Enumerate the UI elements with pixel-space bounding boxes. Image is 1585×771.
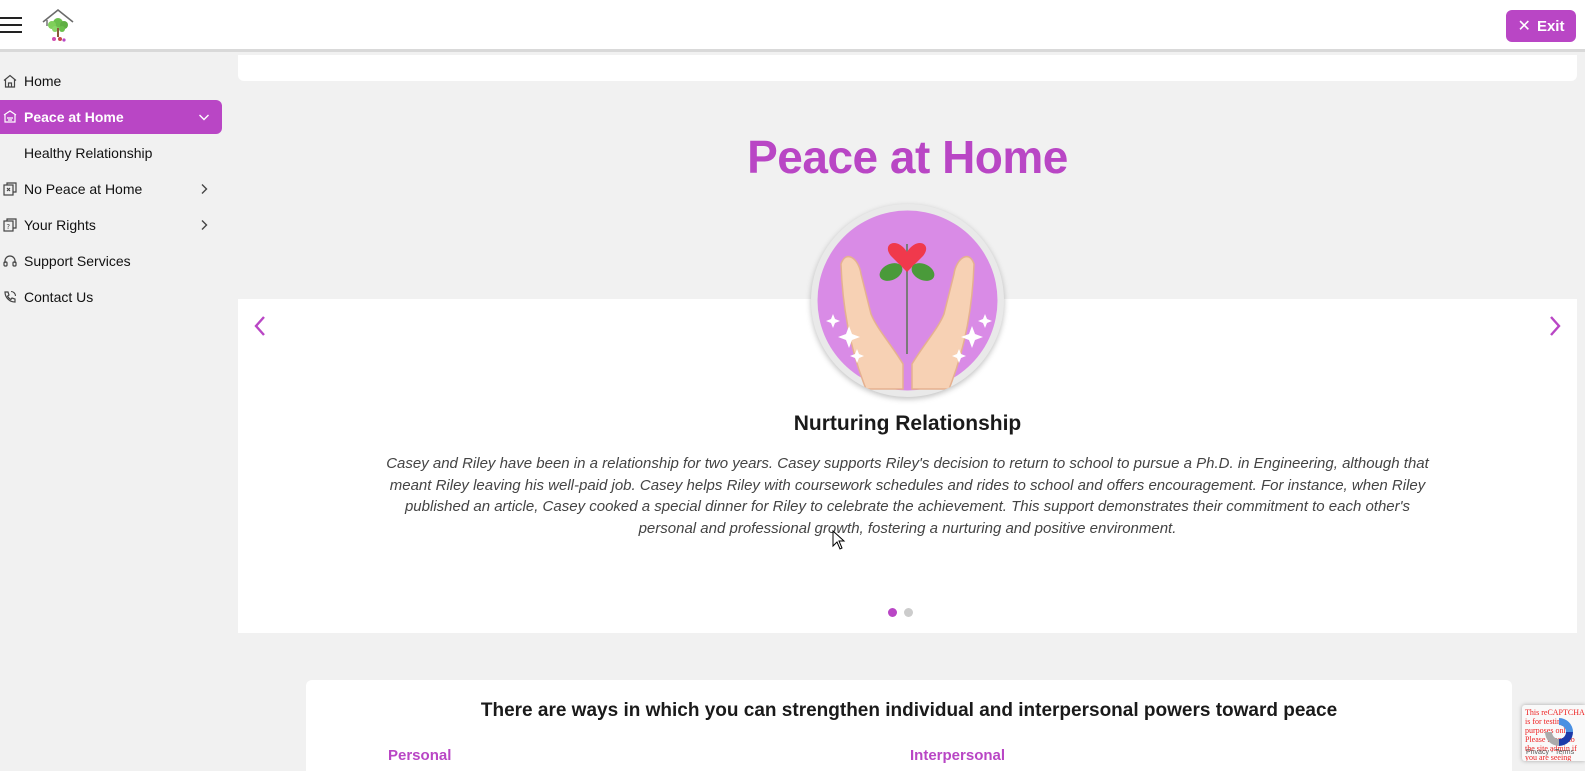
ways-title: There are ways in which you can strength… [480, 700, 1338, 721]
slide-title: Nurturing Relationship [793, 412, 1022, 435]
sidebar-item-your-rights[interactable]: ? Your Rights [0, 208, 222, 242]
svg-text:?: ? [6, 223, 10, 231]
sidebar-item-label: Home [24, 73, 62, 89]
sidebar-item-label: Contact Us [24, 289, 94, 305]
carousel-dot[interactable] [904, 608, 913, 617]
sidebar: Home Peace at Home Healthy Relationship … [0, 64, 222, 316]
peace-home-icon [3, 110, 17, 123]
chevron-right-icon[interactable] [1545, 313, 1565, 339]
recaptcha-terms-link[interactable]: Privacy - Terms [1526, 749, 1574, 756]
sidebar-item-label: Healthy Relationship [24, 145, 153, 161]
ways-card: There are ways in which you can strength… [306, 680, 1512, 771]
sidebar-item-contact-us[interactable]: Contact Us [0, 280, 222, 314]
sidebar-item-label: No Peace at Home [24, 181, 143, 197]
sidebar-item-healthy-relationship[interactable]: Healthy Relationship [0, 136, 222, 170]
slide-description: Casey and Riley have been in a relations… [386, 455, 1429, 538]
carousel-dot[interactable] [888, 608, 897, 617]
recaptcha-logo-icon [1545, 718, 1573, 746]
logo[interactable] [40, 6, 76, 44]
phone-icon [4, 290, 17, 303]
slide-illustration [811, 204, 1004, 397]
home-icon [3, 74, 17, 88]
exit-button[interactable]: ✕ Exit [1506, 10, 1576, 42]
hands-heart-icon [817, 210, 998, 391]
exit-button-label: Exit [1536, 17, 1565, 35]
sidebar-item-label: Your Rights [24, 217, 96, 233]
hamburger-menu-icon[interactable] [0, 17, 22, 33]
previous-section-card [238, 55, 1577, 81]
sidebar-item-home[interactable]: Home [0, 64, 222, 98]
sidebar-item-support-services[interactable]: Support Services [0, 244, 222, 278]
sidebar-item-no-peace-at-home[interactable]: No Peace at Home [0, 172, 222, 206]
chevron-right-icon [201, 220, 208, 230]
chevron-right-icon [201, 184, 208, 194]
support-icon [3, 255, 17, 267]
page-title: Peace at Home [747, 131, 1068, 183]
no-peace-icon [3, 182, 17, 196]
sidebar-item-label: Peace at Home [24, 109, 124, 125]
sidebar-item-label: Support Services [24, 253, 131, 269]
close-icon: ✕ [1517, 18, 1531, 35]
top-bar: ✕ Exit [0, 0, 1585, 52]
interpersonal-heading: Interpersonal [910, 747, 1006, 764]
chevron-left-icon[interactable] [250, 313, 270, 339]
personal-heading: Personal [388, 747, 452, 764]
chevron-down-icon [199, 114, 209, 121]
carousel-pagination [888, 608, 913, 617]
recaptcha-badge[interactable]: This reCAPTCHA is for testing purposes o… [1522, 705, 1585, 761]
rights-icon: ? [3, 218, 17, 232]
mouse-cursor-icon [832, 530, 846, 550]
sidebar-item-peace-at-home[interactable]: Peace at Home [0, 100, 222, 134]
